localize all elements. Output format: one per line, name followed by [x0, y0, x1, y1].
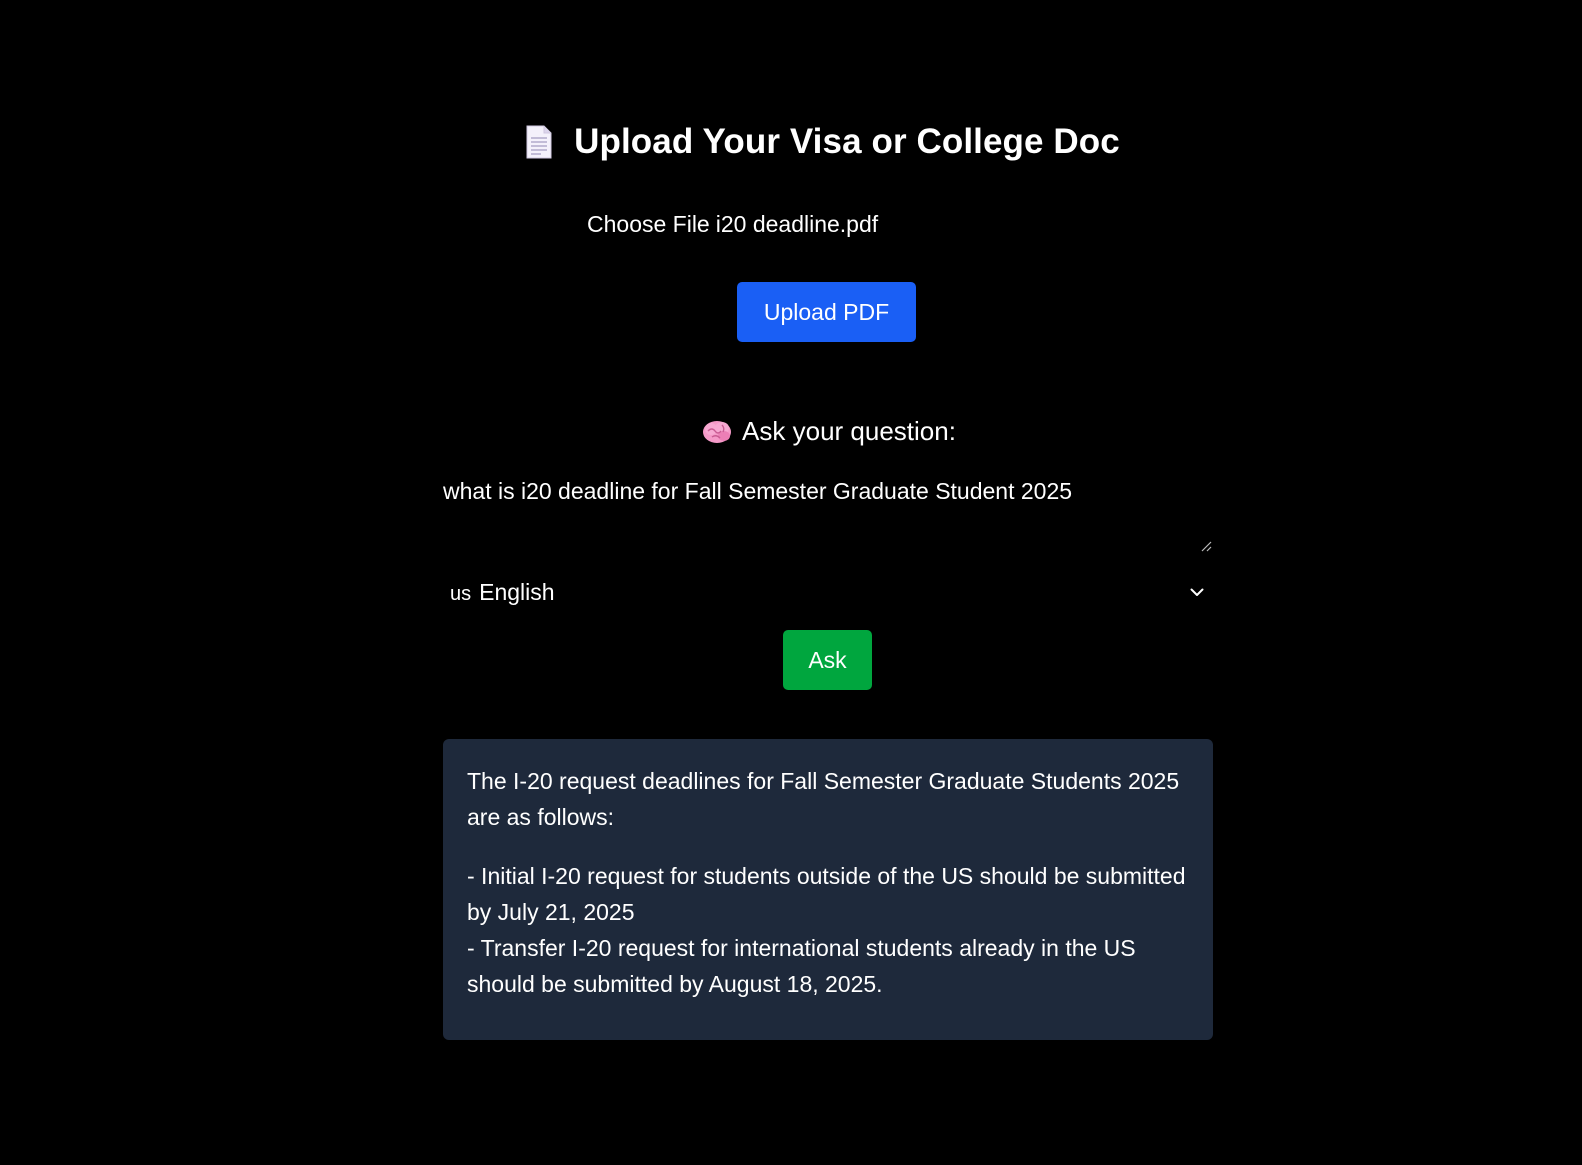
- document-icon: [526, 125, 552, 159]
- question-label-row: Ask your question:: [38, 416, 1582, 447]
- us-flag-icon: us: [450, 582, 472, 605]
- page-title: Upload Your Visa or College Doc: [574, 122, 1120, 161]
- language-select[interactable]: us English: [443, 572, 1213, 612]
- upload-pdf-button[interactable]: Upload PDF: [737, 282, 916, 342]
- answer-panel: The I-20 request deadlines for Fall Seme…: [443, 739, 1213, 1040]
- file-input[interactable]: Choose File i20 deadline.pdf: [587, 211, 878, 238]
- selected-file-name: i20 deadline.pdf: [715, 211, 879, 237]
- question-label: Ask your question:: [742, 416, 956, 446]
- choose-file-button[interactable]: Choose File: [587, 211, 710, 238]
- brain-icon: [703, 420, 732, 443]
- answer-line-transfer: - Transfer I-20 request for internationa…: [467, 935, 1136, 997]
- ask-button[interactable]: Ask: [783, 630, 872, 690]
- language-label: English: [479, 578, 555, 605]
- answer-spacer: [467, 835, 1189, 858]
- answer-intro: The I-20 request deadlines for Fall Seme…: [467, 768, 1180, 830]
- resize-handle-icon[interactable]: [1200, 540, 1212, 552]
- question-input[interactable]: what is i20 deadline for Fall Semester G…: [443, 474, 1213, 554]
- chevron-down-icon: [1190, 588, 1204, 596]
- language-selected-value: us English: [443, 579, 555, 606]
- page: Upload Your Visa or College Doc Choose F…: [0, 0, 1582, 1165]
- header: Upload Your Visa or College Doc: [32, 122, 1582, 162]
- answer-line-initial: - Initial I-20 request for students outs…: [467, 863, 1186, 925]
